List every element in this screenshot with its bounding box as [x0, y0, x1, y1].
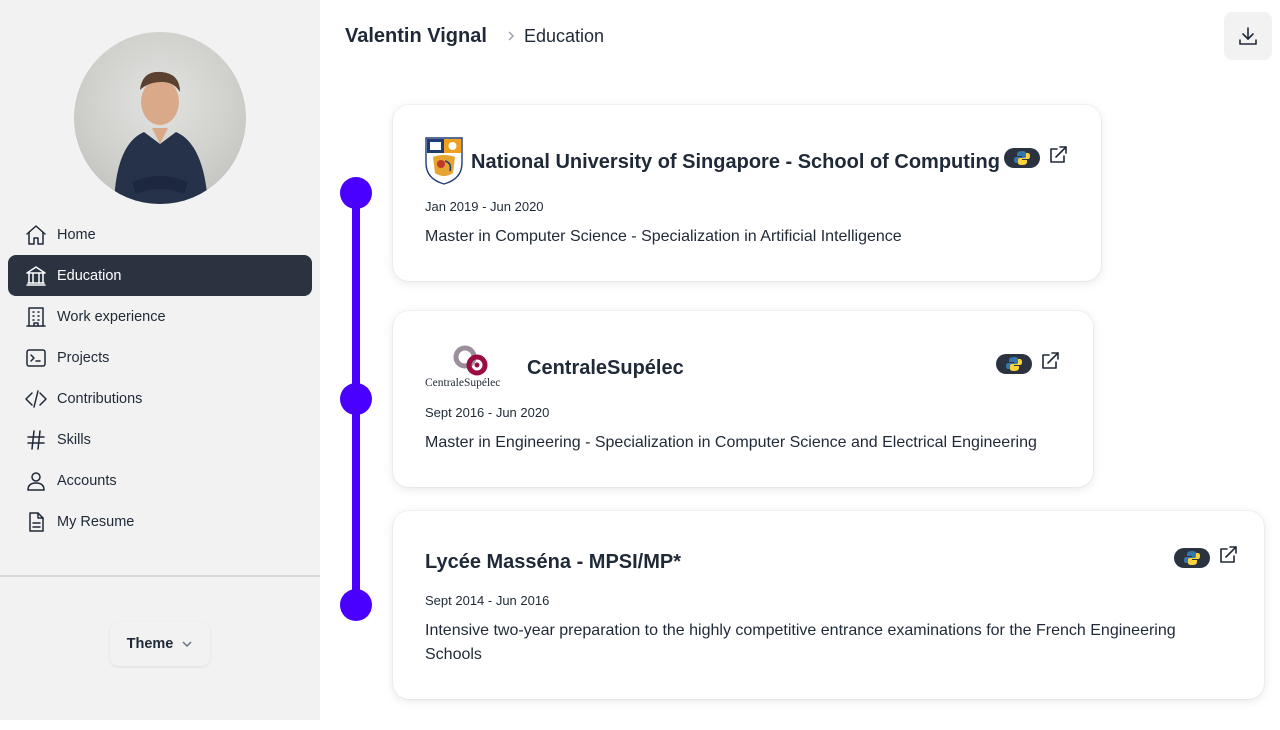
sidebar-item-home[interactable]: Home	[8, 214, 312, 255]
education-card: Lycée Masséna - MPSI/MP* Sept 2014 - Jun…	[393, 511, 1264, 699]
chevron-right-icon	[505, 29, 517, 43]
chevron-down-icon	[182, 641, 192, 648]
python-icon	[1004, 148, 1040, 168]
sidebar-divider	[0, 575, 320, 577]
python-icon	[1174, 548, 1210, 568]
sidebar-item-label: Accounts	[57, 472, 117, 489]
external-link-icon[interactable]	[1038, 349, 1062, 373]
external-link-icon[interactable]	[1216, 543, 1240, 567]
sidebar: Home Education Work experience Projects …	[0, 0, 320, 720]
date-range: Sept 2014 - Jun 2016	[425, 593, 550, 608]
building-icon	[24, 305, 48, 329]
code-icon	[24, 387, 48, 411]
degree-description: Master in Engineering - Specialization i…	[425, 434, 1037, 451]
breadcrumb-current: Education	[524, 26, 605, 46]
sidebar-item-label: My Resume	[57, 513, 135, 530]
timeline-dot	[340, 383, 372, 415]
education-card: CentraleSupélec CentraleSupélec Sept 201…	[393, 311, 1093, 487]
breadcrumb-root[interactable]: Valentin Vignal	[345, 25, 487, 48]
sidebar-item-projects[interactable]: Projects	[8, 337, 312, 378]
degree-description: Intensive two-year preparation to the hi…	[425, 622, 1176, 663]
sidebar-item-accounts[interactable]: Accounts	[8, 460, 312, 501]
sidebar-item-label: Work experience	[57, 308, 166, 325]
school-name: National University of Singapore - Schoo…	[471, 151, 1000, 173]
nus-crest-logo	[425, 137, 463, 185]
document-icon	[24, 510, 48, 534]
hash-icon	[24, 428, 48, 452]
python-icon	[996, 354, 1032, 374]
sidebar-item-label: Home	[57, 226, 96, 243]
card-actions	[1174, 546, 1240, 568]
user-icon	[24, 469, 48, 493]
card-actions	[996, 352, 1062, 374]
date-range: Jan 2019 - Jun 2020	[425, 199, 544, 214]
sidebar-item-label: Projects	[57, 349, 110, 366]
sidebar-item-label: Skills	[57, 431, 91, 448]
centralesupelec-logo-text: CentraleSupélec	[425, 377, 501, 389]
sidebar-nav: Home Education Work experience Projects …	[8, 214, 312, 542]
sidebar-item-label: Education	[57, 267, 122, 284]
sidebar-item-work-experience[interactable]: Work experience	[8, 296, 312, 337]
home-icon	[24, 223, 48, 247]
centralesupelec-logo: CentraleSupélec	[425, 341, 521, 391]
avatar	[74, 32, 246, 204]
sidebar-item-contributions[interactable]: Contributions	[8, 378, 312, 419]
download-resume-button[interactable]	[1224, 12, 1272, 60]
theme-button-label: Theme	[126, 636, 174, 652]
download-icon	[1239, 27, 1257, 45]
theme-button[interactable]: Theme	[110, 622, 210, 666]
education-card: National University of Singapore - Schoo…	[393, 105, 1101, 281]
external-link-icon[interactable]	[1046, 143, 1070, 167]
degree-description: Master in Computer Science - Specializat…	[425, 228, 902, 245]
date-range: Sept 2016 - Jun 2020	[425, 405, 550, 420]
bank-icon	[24, 264, 48, 288]
sidebar-item-education[interactable]: Education	[8, 255, 312, 296]
school-name: Lycée Masséna - MPSI/MP*	[425, 551, 682, 573]
terminal-icon	[24, 346, 48, 370]
school-name: CentraleSupélec	[527, 357, 684, 379]
avatar-photo	[114, 71, 208, 204]
sidebar-item-skills[interactable]: Skills	[8, 419, 312, 460]
timeline-dot	[340, 589, 372, 621]
sidebar-item-label: Contributions	[57, 390, 143, 407]
sidebar-item-my-resume[interactable]: My Resume	[8, 501, 312, 542]
card-actions	[1004, 146, 1070, 168]
timeline-dot	[340, 177, 372, 209]
